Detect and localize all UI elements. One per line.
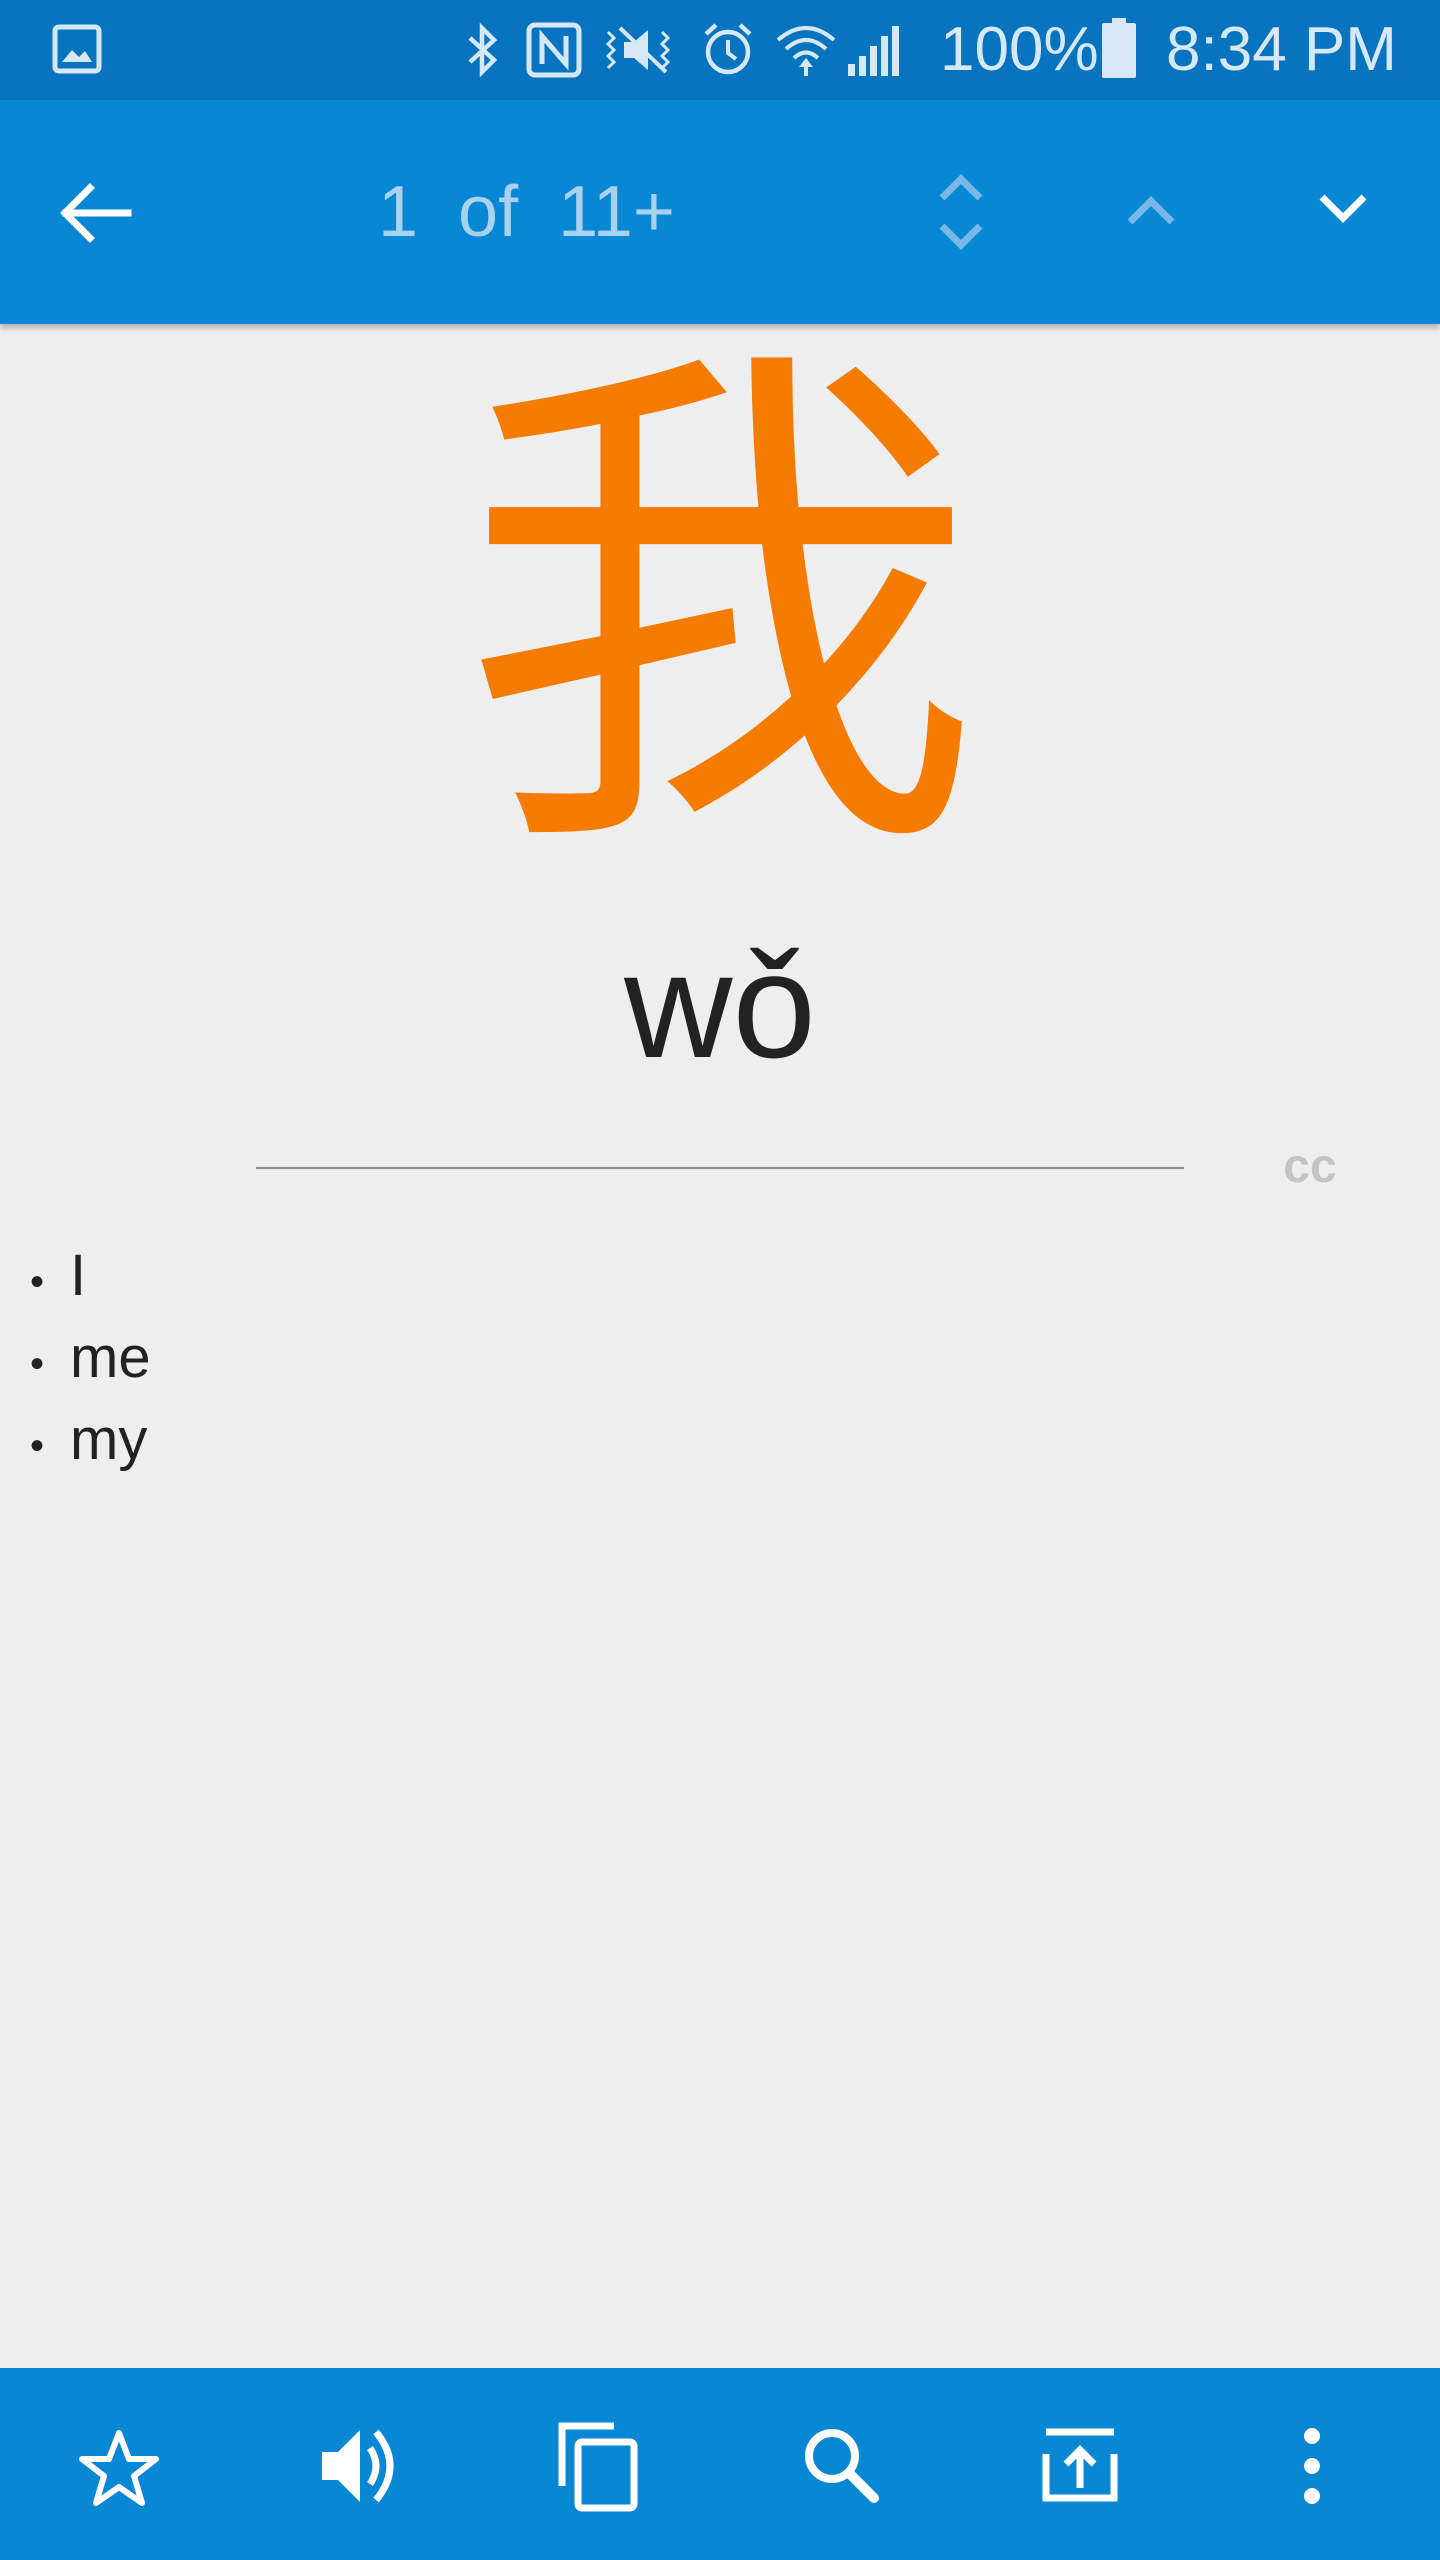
definition-item: • I [30,1238,151,1320]
chevron-down-icon[interactable] [1316,188,1370,228]
definition-text: me [70,1325,151,1390]
definition-text: I [70,1243,87,1308]
match-counter: 1 of 11+ [378,172,675,252]
unfold-icon[interactable] [936,172,986,252]
pinyin: wǒ [624,921,816,1089]
alarm-icon [704,23,752,75]
chevron-up-icon[interactable] [1124,190,1178,230]
share-icon[interactable] [1040,2424,1120,2504]
gallery-notification-icon [52,24,102,74]
nfc-icon [526,22,582,78]
copy-icon[interactable] [556,2420,640,2512]
bullet: • [30,1260,45,1304]
star-icon[interactable] [78,2428,160,2508]
signal-icon [848,26,899,76]
arrow-left-icon[interactable] [58,182,134,244]
more-vert-icon[interactable] [1292,2424,1332,2508]
vibrate-icon [605,26,671,74]
search-icon[interactable] [800,2424,880,2504]
definition-item: • my [30,1402,151,1484]
bullet: • [30,1424,45,1468]
status-bar: 100% 8:34 PM [0,0,1440,100]
battery-percent: 100% [940,15,1099,84]
bluetooth-icon [468,22,498,78]
definition-text: my [70,1407,148,1472]
speaker-icon[interactable] [318,2424,400,2508]
bullet: • [30,1342,45,1386]
app-toolbar: 1 of 11+ [0,100,1440,324]
source-badge[interactable]: cc [1260,1137,1360,1197]
headword: 我 [460,307,980,913]
clock: 8:34 PM [1166,15,1397,84]
definitions-list: • I • me • my [30,1238,151,1484]
wifi-icon [776,26,836,76]
battery-icon [1102,18,1136,78]
definition-item: • me [30,1320,151,1402]
bottom-action-bar [0,2368,1440,2560]
divider [256,1167,1184,1169]
